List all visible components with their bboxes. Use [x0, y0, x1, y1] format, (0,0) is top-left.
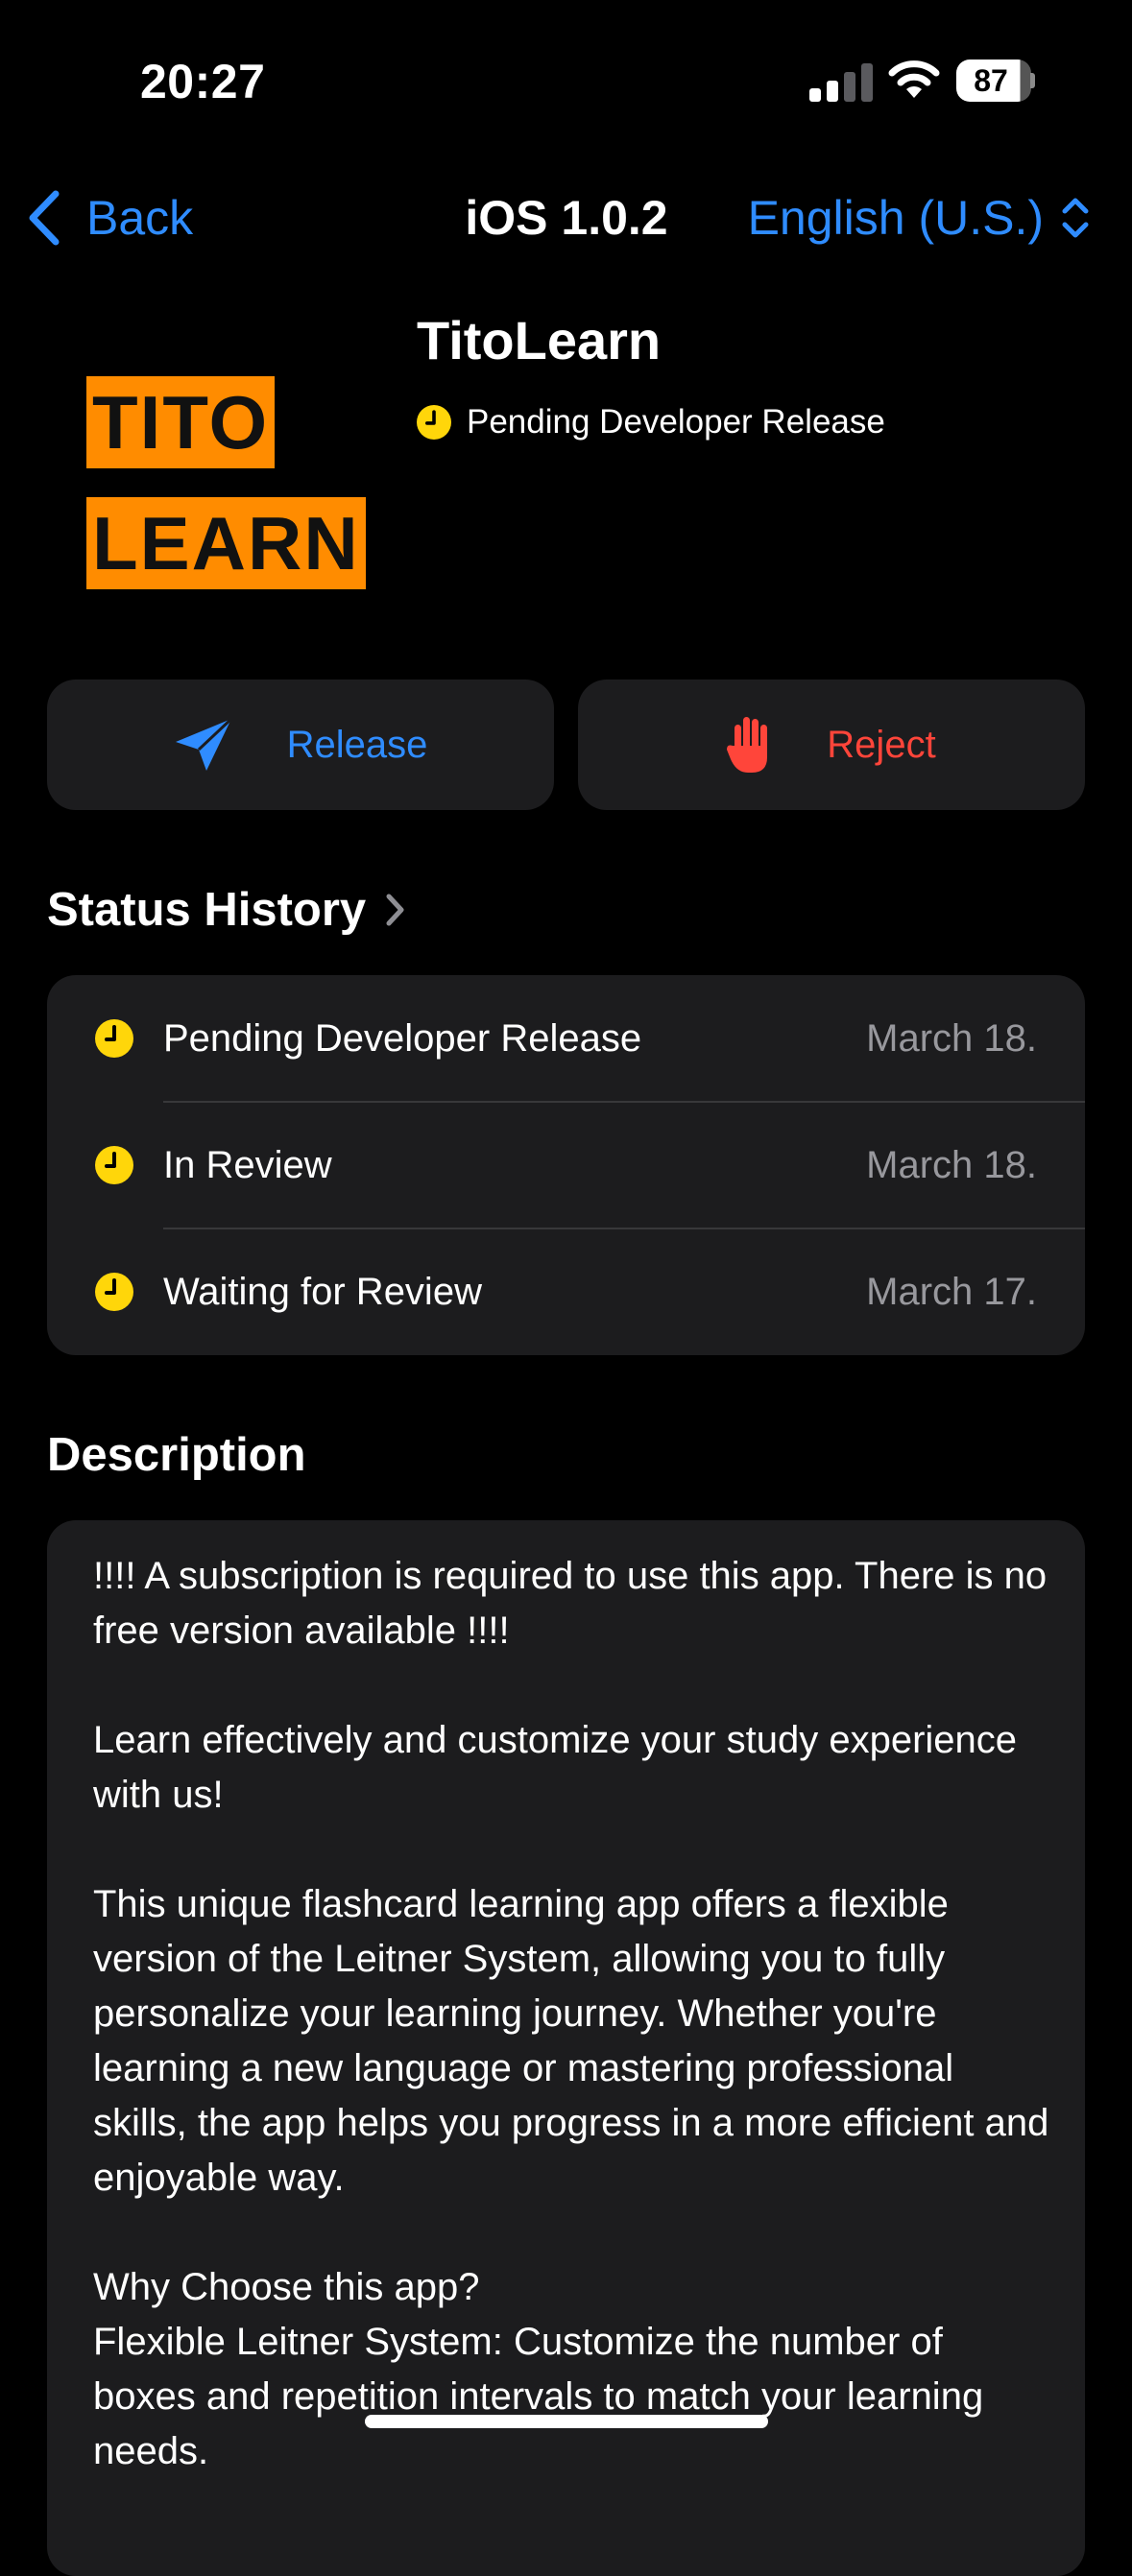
status-history-row: Waiting for Review March 17.	[47, 1228, 1085, 1355]
status-history-list: Pending Developer Release March 18. In R…	[47, 975, 1085, 1355]
wifi-icon	[888, 60, 940, 98]
status-history-row: Pending Developer Release March 18.	[47, 975, 1085, 1102]
status-bar: 20:27 87	[0, 0, 1132, 144]
language-label: English (U.S.)	[747, 191, 1044, 245]
release-button[interactable]: Release	[47, 680, 554, 810]
paper-plane-icon	[175, 717, 232, 771]
page-title: iOS 1.0.2	[465, 191, 668, 245]
chevron-up-down-icon	[1062, 198, 1089, 238]
description-title: Description	[47, 1429, 306, 1481]
clock-icon	[95, 1019, 133, 1058]
reject-button[interactable]: Reject	[578, 680, 1085, 810]
back-button[interactable]: Back	[25, 182, 193, 253]
clock-icon	[95, 1273, 133, 1311]
status-history-date: March 17.	[866, 1271, 1037, 1313]
status-history-date: March 18.	[866, 1144, 1037, 1186]
clock-icon	[95, 1146, 133, 1184]
chevron-right-icon	[386, 894, 404, 926]
chevron-left-icon	[29, 190, 60, 246]
reject-label: Reject	[827, 723, 936, 766]
status-history-row: In Review March 18.	[47, 1102, 1085, 1228]
app-status-label: Pending Developer Release	[467, 403, 885, 441]
logo-line-2: LEARN	[86, 497, 366, 589]
battery-level: 87	[974, 63, 1008, 98]
battery-icon: 87	[956, 60, 1035, 102]
logo-line-1: TITO	[86, 376, 276, 468]
status-history-label: In Review	[163, 1144, 332, 1186]
status-history-label: Pending Developer Release	[163, 1017, 642, 1060]
home-indicator[interactable]	[365, 2415, 768, 2428]
app-name: TitoLearn	[417, 310, 662, 370]
status-history-label: Waiting for Review	[163, 1271, 482, 1313]
back-label: Back	[86, 191, 194, 245]
hand-raised-icon	[727, 717, 768, 773]
app-status: Pending Developer Release	[417, 403, 885, 441]
description-header: Description	[47, 1428, 306, 1482]
clock-icon	[417, 405, 451, 440]
status-history-title: Status History	[47, 884, 367, 936]
release-label: Release	[286, 723, 428, 766]
language-selector[interactable]: English (U.S.)	[748, 182, 1090, 253]
status-history-header[interactable]: Status History	[47, 883, 406, 937]
status-history-date: March 18.	[866, 1017, 1037, 1060]
status-time: 20:27	[140, 55, 266, 108]
app-logo: TITO LEARN	[86, 376, 366, 593]
signal-icon	[809, 63, 873, 102]
description-text: !!!! A subscription is required to use t…	[93, 1555, 1049, 2472]
